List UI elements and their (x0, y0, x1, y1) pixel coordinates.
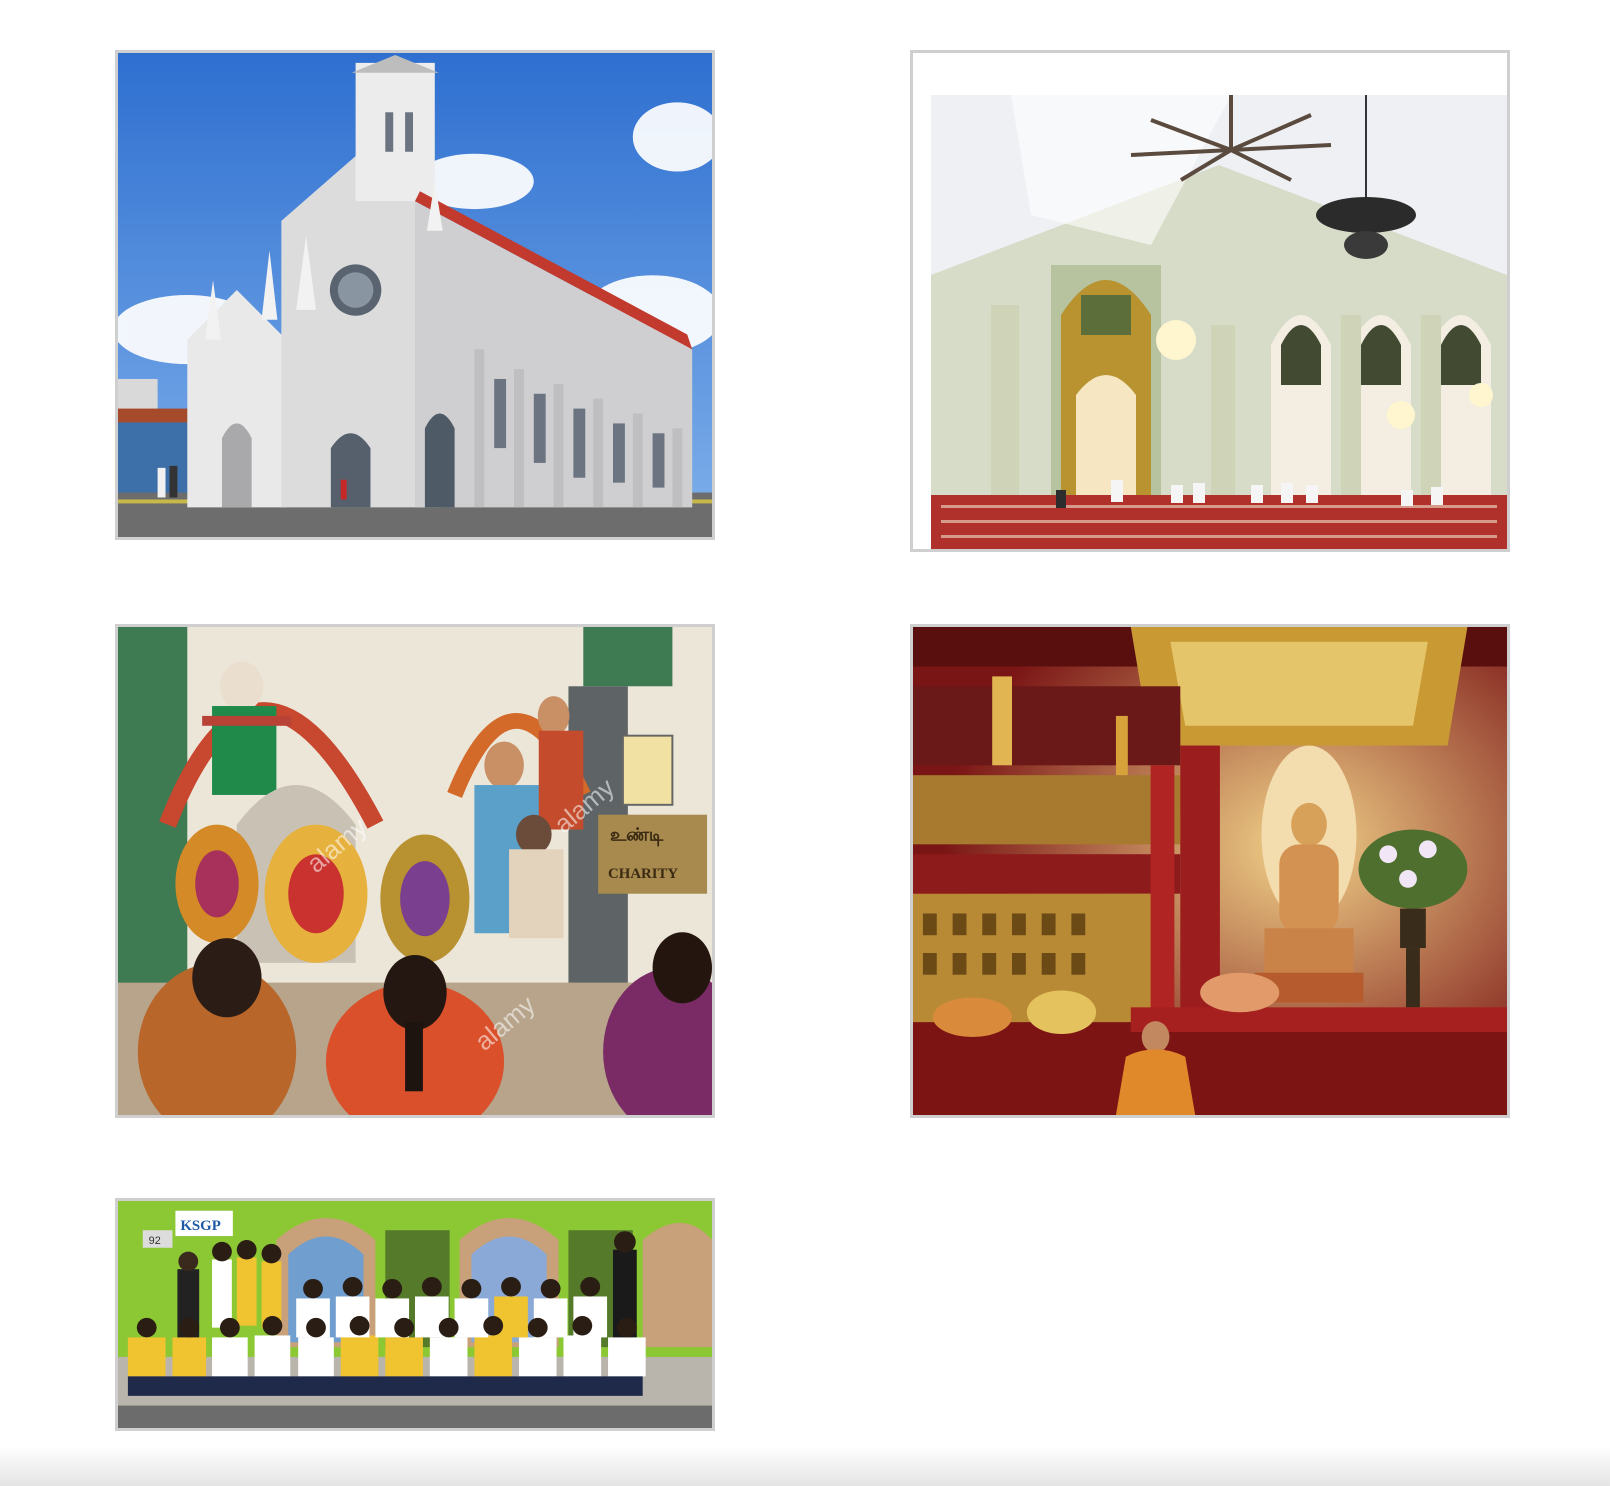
student-group-photo[interactable]: KSGP 92 (115, 1198, 715, 1431)
hindu-temple-illustration: உண்டி CHARITY alamy alamy alamy (118, 627, 712, 1115)
bottom-fade (0, 1446, 1610, 1486)
church-photo[interactable] (115, 50, 715, 540)
buddhist-temple-illustration (913, 627, 1507, 1115)
tamil-sign-text: உண்டி (610, 824, 664, 845)
photo-gallery: உண்டி CHARITY alamy alamy alamy KSGP 92 (0, 0, 1610, 1486)
charity-sign-text: CHARITY (608, 866, 678, 882)
mosque-interior-photo[interactable] (910, 50, 1510, 552)
student-group-illustration: KSGP 92 (118, 1201, 712, 1428)
mosque-illustration (931, 95, 1507, 549)
logo-sign-text: KSGP (180, 1218, 220, 1234)
street-number-text: 92 (149, 1235, 161, 1247)
church-illustration (118, 53, 712, 537)
buddhist-temple-photo[interactable] (910, 624, 1510, 1118)
hindu-temple-photo[interactable]: உண்டி CHARITY alamy alamy alamy (115, 624, 715, 1118)
